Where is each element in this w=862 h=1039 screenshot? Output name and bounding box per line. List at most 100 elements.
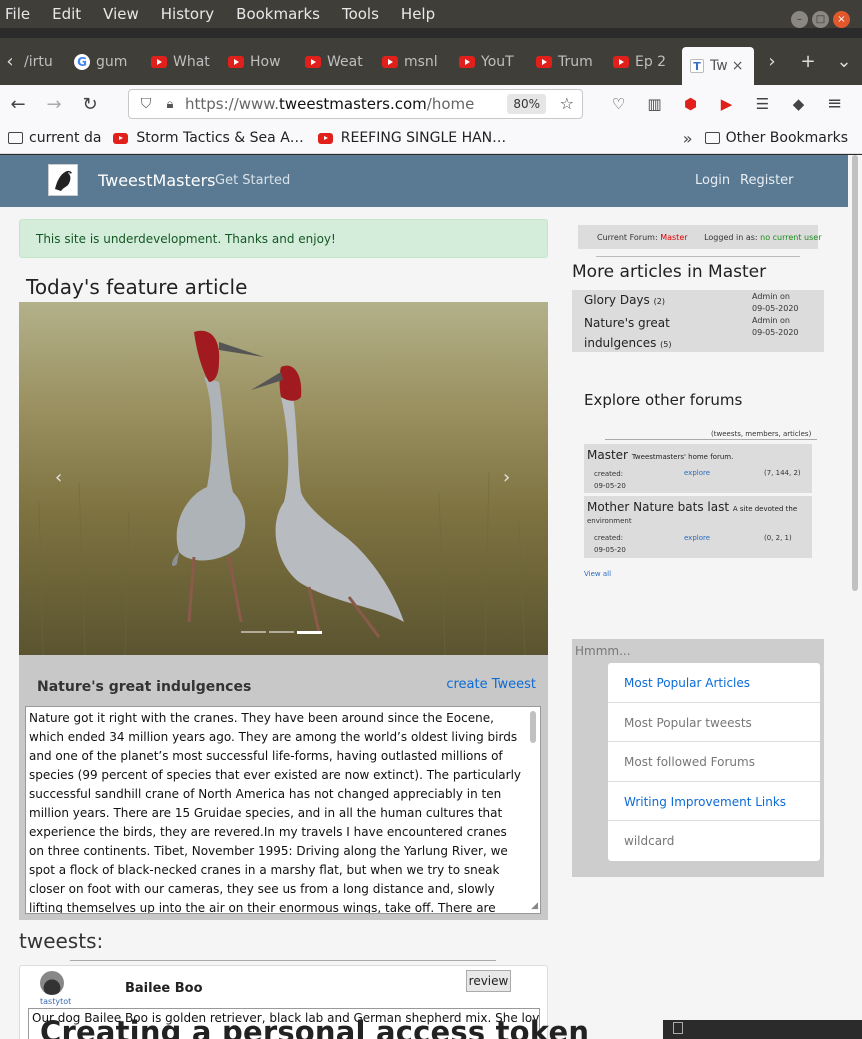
get-started-link[interactable]: Get Started [215, 173, 290, 188]
menu-view[interactable]: View [98, 5, 144, 23]
writing-improvement-links-link[interactable]: Writing Improvement Links [608, 782, 820, 821]
resize-grip-icon[interactable]: ◢ [531, 902, 538, 911]
article-link[interactable]: Nature's great indulgences (5) [584, 313, 672, 355]
reader-view-icon[interactable]: ▥ [642, 94, 667, 114]
article-meta: Admin on 09-05-2020 [752, 315, 799, 339]
cube-extension-icon[interactable]: ◆ [786, 94, 811, 114]
reload-icon[interactable]: ↻ [72, 94, 108, 115]
crow-logo-icon[interactable] [48, 164, 78, 196]
carousel-indicator-active[interactable] [297, 631, 322, 634]
feature-carousel[interactable]: ‹ › [19, 302, 548, 655]
navigation-bar: ← → ↻ ⛉ 🔒︎ https://www.tweestmasters.com… [0, 85, 862, 123]
more-bookmarks-icon[interactable]: » [683, 129, 693, 148]
forward-icon[interactable]: → [36, 94, 72, 115]
bookmark-folder[interactable]: current da [8, 130, 101, 146]
forum-description: environment [587, 517, 632, 525]
current-forum[interactable]: Master [660, 233, 687, 242]
forum-description: A site devoted the [732, 505, 798, 513]
menu-history[interactable]: History [156, 5, 219, 23]
most-popular-articles-link[interactable]: Most Popular Articles [608, 663, 820, 703]
tab-4[interactable]: How [220, 44, 297, 80]
article-link[interactable]: Glory Days (2) [584, 290, 665, 312]
maximize-icon[interactable]: □ [812, 11, 829, 28]
tab-1[interactable]: /irtu [20, 44, 66, 80]
tab-scroll-left-icon[interactable]: ‹ [0, 51, 20, 72]
textarea-scrollbar[interactable] [530, 711, 536, 743]
forum-name[interactable]: Master Tweestmasters' home forum. [587, 448, 733, 462]
close-window-icon[interactable]: × [833, 11, 850, 28]
page-scrollbar[interactable] [852, 155, 858, 591]
carousel-indicator[interactable] [241, 631, 266, 633]
forum-explore-link[interactable]: explore [684, 534, 710, 542]
carousel-prev-icon[interactable]: ‹ [55, 467, 62, 488]
url-bar[interactable]: ⛉ 🔒︎ https://www.tweestmasters.com/home … [128, 89, 583, 119]
site-brand[interactable]: TweestMasters [98, 171, 215, 190]
site-navbar: TweestMasters Get Started Login Register [0, 155, 848, 207]
menu-help[interactable]: Help [396, 5, 440, 23]
more-articles-title: More articles in Master [572, 262, 767, 282]
explore-forums-title: Explore other forums [584, 391, 743, 409]
bookmark-item[interactable]: REEFING SINGLE HAN… [317, 130, 507, 146]
forum-name[interactable]: Mother Nature bats last A site devoted t… [587, 500, 797, 514]
tab-scroll-right-icon[interactable]: › [754, 51, 790, 72]
tab-active-tweestmasters[interactable]: T Tw × [682, 47, 754, 85]
article-body-textarea[interactable]: Nature got it right with the cranes. The… [25, 706, 541, 914]
media-extension-icon[interactable]: ▶ [714, 94, 739, 114]
extension-icon[interactable]: ☰ [750, 94, 775, 114]
bookmark-star-icon[interactable]: ☆ [560, 94, 574, 113]
close-tab-icon[interactable]: × [732, 58, 744, 74]
crane-photo [19, 302, 548, 655]
new-tab-icon[interactable]: + [790, 51, 826, 72]
register-link[interactable]: Register [740, 173, 794, 188]
overlay-heading: Creating a personal access token [40, 1015, 590, 1039]
create-tweet-link[interactable]: create Tweest [446, 677, 536, 692]
most-popular-tweests-item[interactable]: Most Popular tweests [608, 703, 820, 742]
zoom-level[interactable]: 80% [507, 94, 546, 114]
most-followed-forums-item[interactable]: Most followed Forums [608, 742, 820, 782]
folder-icon [8, 132, 23, 144]
back-icon[interactable]: ← [0, 94, 36, 115]
forum-description: Tweestmasters' home forum. [631, 453, 734, 461]
lock-icon[interactable]: 🔒︎ [159, 97, 181, 112]
menu-bookmarks[interactable]: Bookmarks [231, 5, 325, 23]
hamburger-menu-icon[interactable]: ≡ [822, 94, 847, 114]
tab-6[interactable]: msnl [374, 44, 451, 80]
tab-3[interactable]: What [143, 44, 220, 80]
article-author: Admin on [752, 292, 791, 301]
minimize-icon[interactable]: – [791, 11, 808, 28]
carousel-indicator[interactable] [269, 631, 294, 633]
wildcard-item[interactable]: wildcard [608, 821, 820, 861]
tab-label: YouT [481, 53, 514, 70]
url-text[interactable]: https://www.tweestmasters.com/home [185, 95, 474, 113]
logged-in-user: no current user [760, 233, 822, 242]
bookmark-label: REEFING SINGLE HAN… [340, 130, 507, 146]
shield-icon[interactable]: ⛉ [133, 96, 159, 112]
article-body: Nature got it right with the cranes. The… [29, 711, 522, 914]
tab-8[interactable]: Trum [528, 44, 605, 80]
view-all-forums-link[interactable]: View all [584, 570, 611, 578]
menu-tools[interactable]: Tools [337, 5, 384, 23]
avatar[interactable] [40, 971, 64, 995]
pocket-icon[interactable]: ♡ [606, 94, 631, 114]
login-link[interactable]: Login [695, 173, 730, 188]
article-count: (5) [660, 340, 672, 349]
list-all-tabs-icon[interactable]: ⌄ [826, 51, 862, 72]
youtube-icon [151, 55, 167, 68]
tab-7[interactable]: YouT [451, 44, 528, 80]
tab-label: Tw [710, 58, 728, 74]
avatar-username[interactable]: tastytot [40, 997, 71, 1006]
bookmark-item[interactable]: Storm Tactics & Sea A… [113, 130, 304, 146]
forum-stats: (7, 144, 2) [764, 469, 801, 477]
tab-5[interactable]: Weat [297, 44, 374, 80]
tab-2[interactable]: Ggum [66, 44, 143, 80]
forum-explore-link[interactable]: explore [684, 469, 710, 477]
menu-file[interactable]: File [0, 5, 35, 23]
carousel-next-icon[interactable]: › [503, 467, 510, 488]
window-icon [673, 1022, 683, 1034]
review-button[interactable]: review [466, 970, 511, 992]
article-meta: Admin on 09-05-2020 [752, 291, 799, 315]
ublock-icon[interactable]: ⬢ [678, 94, 703, 114]
other-bookmarks[interactable]: Other Bookmarks [704, 130, 848, 146]
menu-edit[interactable]: Edit [47, 5, 86, 23]
tab-9[interactable]: Ep 2 [605, 44, 682, 80]
